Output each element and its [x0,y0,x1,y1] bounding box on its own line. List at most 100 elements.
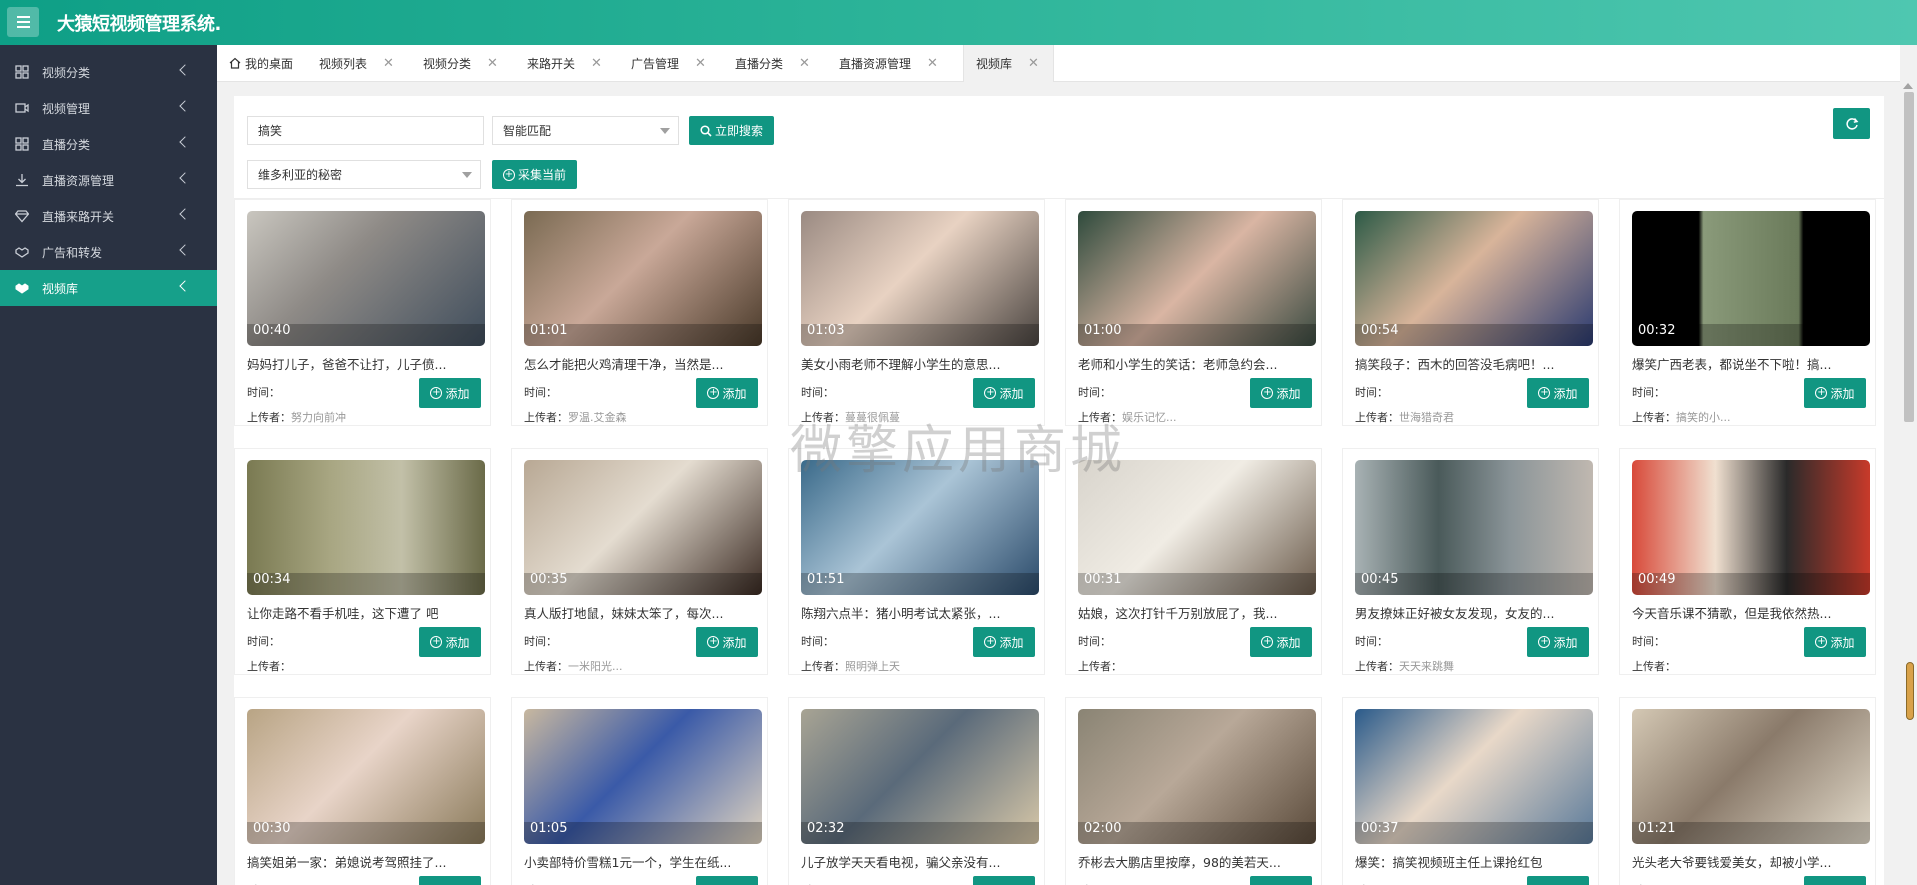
close-icon[interactable]: ✕ [591,56,602,71]
add-button[interactable]: +添加 [696,627,758,657]
tab-source-switch[interactable]: 来路开关 ✕ [515,45,602,81]
add-button[interactable]: +添加 [1250,378,1312,408]
video-title[interactable]: 怎么才能把火鸡清理干净，当然是... [524,354,762,373]
add-button[interactable]: +添加 [1804,627,1866,657]
video-thumbnail[interactable]: 00:32 [1632,211,1870,346]
add-button[interactable]: +添加 [419,378,481,408]
sidebar-item-ads[interactable]: 广告和转发 [0,234,217,270]
sidebar-item-video-library[interactable]: 视频库 [0,270,217,306]
video-thumbnail[interactable]: 00:30 [247,709,485,844]
video-card[interactable]: 01:01 怎么才能把火鸡清理干净，当然是... 时间： 上传者：罗温.艾金森 + 添加 [511,199,768,426]
source-select[interactable]: 维多利亚的秘密 [247,160,481,189]
video-card[interactable]: 00:54 搞笑段子：西木的回答没毛病吧！... 时间： 上传者：世海猎奇君 + 添加 [1342,199,1599,426]
video-card[interactable]: 00:45 男友撩妹正好被女友发现，女友的... 时间： 上传者：天天来跳舞 + 添加 [1342,448,1599,675]
add-button[interactable]: +添加 [1527,378,1589,408]
video-title[interactable]: 让你走路不看手机哇，这下遭了 吧 [247,603,485,622]
video-thumbnail[interactable]: 01:03 [801,211,1039,346]
scroll-up-arrow-icon[interactable] [1903,83,1913,89]
close-icon[interactable]: ✕ [487,56,498,71]
video-title[interactable]: 美女小雨老师不理解小学生的意思... [801,354,1039,373]
video-card[interactable]: 00:35 真人版打地鼠，妹妹太笨了，每次... 时间： 上传者：一米阳光... + 添加 [511,448,768,675]
tab-video-category[interactable]: 视频分类 ✕ [411,45,498,81]
sidebar-item-live-resource[interactable]: 直播资源管理 [0,162,217,198]
refresh-button[interactable] [1833,108,1870,139]
add-button[interactable]: +添加 [1804,378,1866,408]
tab-video-list[interactable]: 视频列表 ✕ [307,45,394,81]
add-button[interactable]: +添加 [1250,627,1312,657]
tab-live-category[interactable]: 直播分类 ✕ [723,45,810,81]
video-title[interactable]: 搞笑段子：西木的回答没毛病吧！... [1355,354,1593,373]
video-card[interactable]: 00:49 今天音乐课不猜歌，但是我依然热... 时间： 上传者： + 添加 [1619,448,1876,675]
add-button[interactable]: +添加 [1804,876,1866,885]
video-title[interactable]: 爆笑广西老表，都说坐不下啦！搞... [1632,354,1870,373]
close-icon[interactable]: ✕ [1028,56,1039,71]
video-card[interactable]: 02:32儿子放学天天看电视，骗父亲没有...时间：上传者：+添加 [788,697,1045,885]
video-title[interactable]: 陈翔六点半：猪小明考试太紧张，... [801,603,1039,622]
add-button[interactable]: +添加 [1527,876,1589,885]
video-title[interactable]: 今天音乐课不猜歌，但是我依然热... [1632,603,1870,622]
sidebar-item-video-manage[interactable]: 视频管理 [0,90,217,126]
video-thumbnail[interactable]: 00:35 [524,460,762,595]
keyword-input[interactable]: 搞笑 [247,116,484,145]
tab-live-resource[interactable]: 直播资源管理 ✕ [827,45,938,81]
close-icon[interactable]: ✕ [927,56,938,71]
video-card[interactable]: 00:34 让你走路不看手机哇，这下遭了 吧时间： 上传者： + 添加 [234,448,491,675]
sidebar-item-video-category[interactable]: 视频分类 [0,54,217,90]
floating-scroll-handle[interactable] [1906,662,1914,720]
tab-home[interactable]: 我的桌面 [217,45,307,81]
add-button[interactable]: +添加 [973,627,1035,657]
close-icon[interactable]: ✕ [799,56,810,71]
video-title[interactable]: 真人版打地鼠，妹妹太笨了，每次... [524,603,762,622]
scrollbar-thumb[interactable] [1904,92,1914,422]
video-thumbnail[interactable]: 00:45 [1355,460,1593,595]
video-card[interactable]: 00:37爆笑：搞笑视频班主任上课抢红包时间：上传者：+添加 [1342,697,1599,885]
video-thumbnail[interactable]: 01:21 [1632,709,1870,844]
video-card[interactable]: 01:00 老师和小学生的笑话：老师急约会... 时间： 上传者：娱乐记忆... + 添加 [1065,199,1322,426]
add-button[interactable]: +添加 [1250,876,1312,885]
video-thumbnail[interactable]: 00:54 [1355,211,1593,346]
video-title[interactable]: 光头老大爷要钱爱美女，却被小学... [1632,852,1870,871]
sidebar-item-live-category[interactable]: 直播分类 [0,126,217,162]
video-card[interactable]: 01:21光头老大爷要钱爱美女，却被小学...时间：上传者：+添加 [1619,697,1876,885]
video-title[interactable]: 爆笑：搞笑视频班主任上课抢红包 [1355,852,1593,871]
close-icon[interactable]: ✕ [383,56,394,71]
close-icon[interactable]: ✕ [695,56,706,71]
video-card[interactable]: 00:30搞笑姐弟一家：弟媳说考驾照挂了...时间：上传者：+添加 [234,697,491,885]
add-button[interactable]: +添加 [696,378,758,408]
video-title[interactable]: 老师和小学生的笑话：老师急约会... [1078,354,1316,373]
video-title[interactable]: 乔彬去大鹏店里按摩，98的美若天... [1078,852,1316,871]
video-thumbnail[interactable]: 01:05 [524,709,762,844]
video-card[interactable]: 00:32 爆笑广西老表，都说坐不下啦！搞... 时间： 上传者：搞笑的小... + 添加 [1619,199,1876,426]
video-title[interactable]: 男友撩妹正好被女友发现，女友的... [1355,603,1593,622]
video-thumbnail[interactable]: 00:37 [1355,709,1593,844]
video-title[interactable]: 妈妈打儿子，爸爸不让打，儿子偾... [247,354,485,373]
add-button[interactable]: +添加 [696,876,758,885]
collect-button[interactable]: + 采集当前 [492,160,577,189]
tab-video-library[interactable]: 视频库 ✕ [963,45,1054,82]
video-title[interactable]: 搞笑姐弟一家：弟媳说考驾照挂了... [247,852,485,871]
video-card[interactable]: 02:00乔彬去大鹏店里按摩，98的美若天...时间：上传者：+添加 [1065,697,1322,885]
video-thumbnail[interactable]: 01:00 [1078,211,1316,346]
video-title[interactable]: 儿子放学天天看电视，骗父亲没有... [801,852,1039,871]
video-card[interactable]: 00:40 妈妈打儿子，爸爸不让打，儿子偾... 时间： 上传者：努力向前冲 + 添加 [234,199,491,426]
video-thumbnail[interactable]: 00:49 [1632,460,1870,595]
video-thumbnail[interactable]: 00:34 [247,460,485,595]
search-button[interactable]: 立即搜索 [689,116,774,145]
tab-ad-manage[interactable]: 广告管理 ✕ [619,45,706,81]
add-button[interactable]: +添加 [973,378,1035,408]
video-card[interactable]: 01:05小卖部特价雪糕1元一个，学生在纸...时间：上传者：+添加 [511,697,768,885]
video-thumbnail[interactable]: 02:32 [801,709,1039,844]
video-title[interactable]: 姑娘，这次打针千万别放屁了，我... [1078,603,1316,622]
video-thumbnail[interactable]: 02:00 [1078,709,1316,844]
match-mode-select[interactable]: 智能匹配 [492,116,679,145]
add-button[interactable]: +添加 [419,627,481,657]
video-card[interactable]: 01:03 美女小雨老师不理解小学生的意思... 时间： 上传者：蔓蔓很佩蔓 + 添加 [788,199,1045,426]
add-button[interactable]: +添加 [419,876,481,885]
video-title[interactable]: 小卖部特价雪糕1元一个，学生在纸... [524,852,762,871]
video-thumbnail[interactable]: 00:40 [247,211,485,346]
add-button[interactable]: +添加 [973,876,1035,885]
video-thumbnail[interactable]: 01:01 [524,211,762,346]
add-button[interactable]: +添加 [1527,627,1589,657]
menu-toggle-button[interactable] [7,7,39,37]
sidebar-item-live-source-switch[interactable]: 直播来路开关 [0,198,217,234]
